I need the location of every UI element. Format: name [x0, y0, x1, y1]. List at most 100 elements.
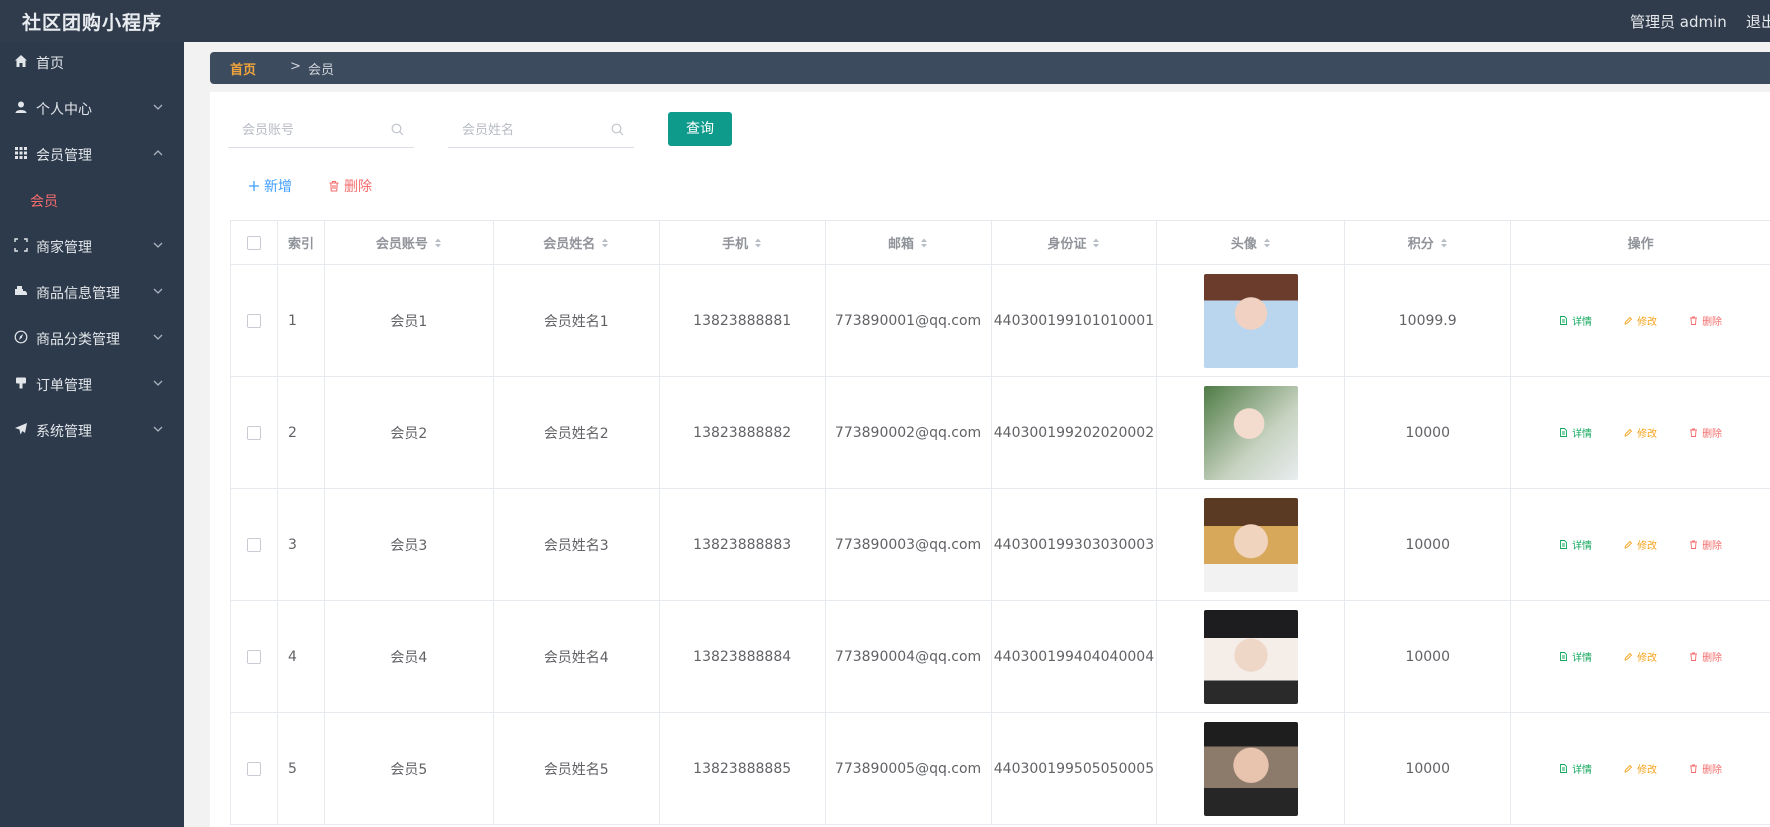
sidebar-subitem-member[interactable]: 会员 — [0, 180, 184, 220]
header-idcard[interactable]: 身份证 — [992, 221, 1158, 264]
row-name: 会员姓名5 — [494, 713, 660, 824]
sidebar-subitem-label: 会员 — [30, 194, 58, 210]
avatar[interactable] — [1203, 497, 1298, 592]
row-delete-button[interactable]: 删除 — [1689, 537, 1722, 552]
member-table: 索引 会员账号 会员姓名 手机 邮箱 身份证 头像 积分 操作 1 会员1 会员… — [230, 220, 1770, 825]
row-index: 4 — [278, 601, 325, 712]
edit-icon — [1624, 428, 1633, 437]
row-index: 1 — [278, 265, 325, 376]
row-phone: 13823888883 — [660, 489, 826, 600]
chevron-down-icon — [153, 242, 163, 248]
header-label: 手机 — [722, 237, 749, 252]
edit-button[interactable]: 修改 — [1624, 649, 1657, 664]
breadcrumb-home-link[interactable]: 首页 — [230, 59, 256, 78]
header-label: 会员账号 — [375, 237, 428, 252]
header-label: 会员姓名 — [543, 237, 596, 252]
row-delete-button[interactable]: 删除 — [1689, 313, 1722, 328]
avatar[interactable] — [1203, 385, 1298, 480]
trash-icon — [1690, 540, 1698, 549]
row-checkbox-cell — [231, 377, 278, 488]
name-search-input[interactable] — [448, 112, 634, 146]
row-account: 会员4 — [325, 601, 494, 712]
edit-icon — [1624, 652, 1633, 661]
row-ops: 详情 修改 删除 — [1511, 601, 1770, 712]
sidebar-item-members[interactable]: 会员管理 — [0, 134, 184, 174]
select-all-checkbox[interactable] — [246, 235, 261, 250]
row-checkbox[interactable] — [246, 313, 261, 328]
avatar[interactable] — [1203, 609, 1298, 704]
frame-icon — [14, 238, 28, 252]
header-phone[interactable]: 手机 — [660, 221, 826, 264]
detail-label: 详情 — [1572, 653, 1593, 664]
avatar[interactable] — [1203, 721, 1298, 816]
edit-button[interactable]: 修改 — [1624, 313, 1657, 328]
delete-button-label: 删除 — [344, 179, 372, 195]
edit-icon — [1624, 540, 1633, 549]
account-search-input[interactable] — [228, 112, 414, 146]
row-checkbox[interactable] — [246, 425, 261, 440]
detail-button[interactable]: 详情 — [1559, 649, 1592, 664]
trash-icon — [1690, 652, 1698, 661]
header-email[interactable]: 邮箱 — [826, 221, 992, 264]
sort-icon — [1440, 238, 1447, 247]
delete-label: 删除 — [1702, 765, 1723, 776]
row-avatar-cell — [1157, 713, 1346, 824]
edit-icon — [1624, 316, 1633, 325]
row-name: 会员姓名4 — [494, 601, 660, 712]
row-score: 10000 — [1345, 713, 1512, 824]
chevron-down-icon — [153, 288, 163, 294]
header-avatar[interactable]: 头像 — [1157, 221, 1346, 264]
edit-button[interactable]: 修改 — [1624, 537, 1657, 552]
header-label: 身份证 — [1047, 237, 1087, 252]
app-title: 社区团购小程序 — [22, 12, 163, 34]
sidebar-item-label: 商品分类管理 — [36, 332, 120, 348]
row-checkbox[interactable] — [246, 537, 261, 552]
sidebar-item-home[interactable]: 首页 — [0, 42, 184, 82]
header-score[interactable]: 积分 — [1345, 221, 1512, 264]
edit-button[interactable]: 修改 — [1624, 761, 1657, 776]
row-delete-button[interactable]: 删除 — [1689, 649, 1722, 664]
row-name: 会员姓名2 — [494, 377, 660, 488]
sidebar-item-profile[interactable]: 个人中心 — [0, 88, 184, 128]
delete-button[interactable]: 删除 — [328, 176, 372, 196]
avatar[interactable] — [1203, 273, 1298, 368]
detail-button[interactable]: 详情 — [1559, 425, 1592, 440]
row-email: 773890003@qq.com — [826, 489, 992, 600]
chevron-down-icon — [153, 334, 163, 340]
content-panel: 查询 新增 删除 索引 会员账号 会员姓名 手机 邮箱 身份证 头像 积分 操作… — [210, 92, 1770, 827]
sidebar-item-merchants[interactable]: 商家管理 — [0, 226, 184, 266]
plane-icon — [15, 423, 27, 435]
row-delete-button[interactable]: 删除 — [1689, 761, 1722, 776]
detail-button[interactable]: 详情 — [1559, 761, 1592, 776]
sidebar-item-orders[interactable]: 订单管理 — [0, 364, 184, 404]
row-checkbox[interactable] — [246, 761, 261, 776]
row-avatar-cell — [1157, 489, 1346, 600]
chevron-down-icon — [153, 380, 163, 386]
detail-button[interactable]: 详情 — [1559, 313, 1592, 328]
detail-button[interactable]: 详情 — [1559, 537, 1592, 552]
row-account: 会员3 — [325, 489, 494, 600]
header-name[interactable]: 会员姓名 — [494, 221, 660, 264]
row-delete-button[interactable]: 删除 — [1689, 425, 1722, 440]
row-score: 10000 — [1345, 601, 1512, 712]
sidebar: 首页 个人中心 会员管理 会员 商家管理 商品信息管理 商品分类管理 订单管理 — [0, 42, 184, 827]
query-button[interactable]: 查询 — [668, 112, 732, 146]
sort-icon — [602, 238, 609, 247]
row-idcard: 440300199101010001 — [992, 265, 1158, 376]
table-row: 4 会员4 会员姓名4 13823888884 773890004@qq.com… — [231, 601, 1770, 713]
sidebar-item-products[interactable]: 商品信息管理 — [0, 272, 184, 312]
add-button[interactable]: 新增 — [248, 176, 292, 196]
row-checkbox[interactable] — [246, 649, 261, 664]
sidebar-item-categories[interactable]: 商品分类管理 — [0, 318, 184, 358]
edit-button[interactable]: 修改 — [1624, 425, 1657, 440]
cup-icon — [16, 377, 26, 389]
header-account[interactable]: 会员账号 — [325, 221, 494, 264]
detail-label: 详情 — [1572, 541, 1593, 552]
sidebar-item-label: 商家管理 — [36, 240, 92, 256]
row-idcard: 440300199202020002 — [992, 377, 1158, 488]
row-checkbox-cell — [231, 265, 278, 376]
edit-icon — [1624, 764, 1633, 773]
row-account: 会员5 — [325, 713, 494, 824]
sidebar-item-system[interactable]: 系统管理 — [0, 410, 184, 450]
logout-button[interactable]: 退出登录 — [1746, 11, 1770, 32]
